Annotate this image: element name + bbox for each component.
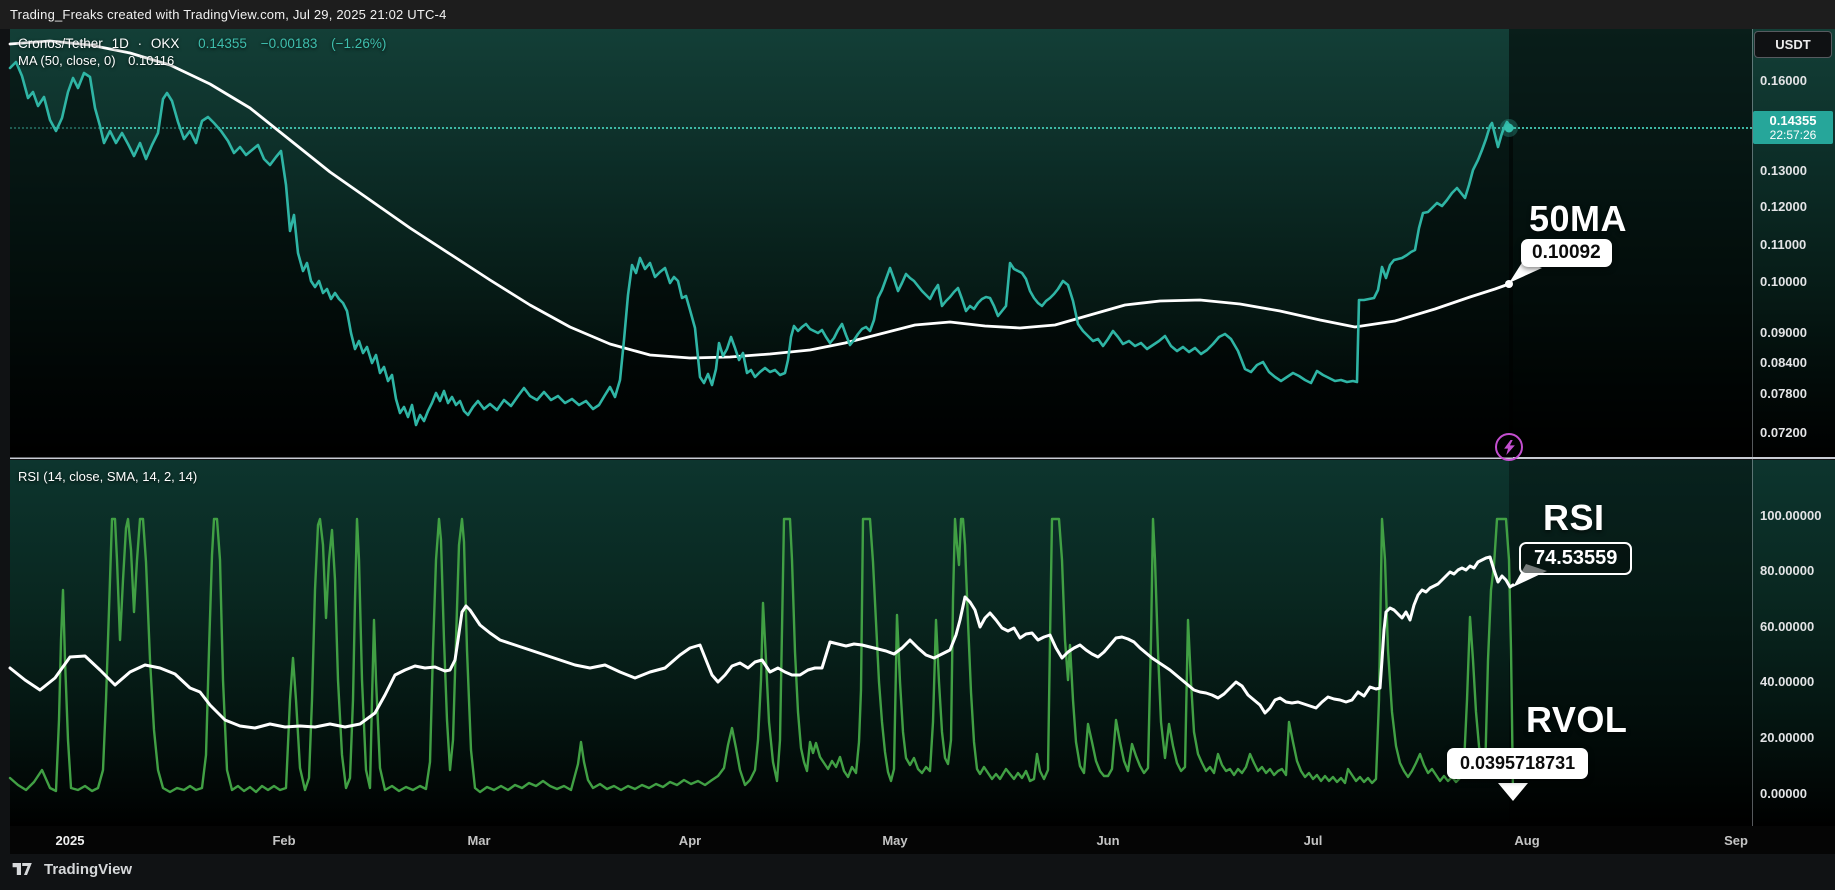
rsi-legend[interactable]: RSI (14, close, SMA, 14, 2, 14)	[18, 469, 197, 484]
symbol-legend[interactable]: Cronos/Tether 1D · OKX 0.14355 −0.00183 …	[18, 36, 386, 51]
currency-toggle-button[interactable]: USDT	[1754, 31, 1832, 58]
ma-legend[interactable]: MA (50, close, 0) 0.10116	[18, 53, 174, 68]
symbol-price: 0.14355	[198, 36, 247, 51]
panel-divider[interactable]	[10, 457, 1835, 459]
separator-dot: ·	[137, 36, 143, 51]
ma-annotation-text[interactable]: 50MA	[1529, 198, 1627, 240]
rsi-legend-label: RSI (14, close, SMA, 14, 2, 14)	[18, 469, 198, 484]
ma-value-callout[interactable]: 0.10092	[1521, 239, 1612, 267]
lightning-glyph	[1503, 439, 1515, 455]
footer-brand[interactable]: TradingView	[12, 860, 132, 878]
time-axis-label: Mar	[467, 833, 491, 848]
ma-legend-value: 0.10116	[128, 53, 175, 68]
time-axis-label: Apr	[678, 833, 702, 848]
rsi-annotation-text[interactable]: RSI	[1543, 497, 1605, 539]
price-scale-border	[1752, 29, 1753, 854]
time-axis-label: Aug	[1514, 833, 1540, 848]
time-axis-label: Jul	[1303, 833, 1323, 848]
time-axis-label: Sep	[1724, 833, 1748, 848]
rvol-annotation-text[interactable]: RVOL	[1526, 699, 1627, 741]
symbol-change-pct: (−1.26%)	[331, 36, 387, 51]
time-axis-label: May	[882, 833, 908, 848]
last-price-value: 0.14355	[1769, 113, 1817, 128]
tradingview-chart-snapshot: Trading_Freaks created with TradingView.…	[0, 0, 1835, 890]
bar-countdown: 22:57:26	[1769, 128, 1817, 142]
tradingview-brand-text: TradingView	[44, 860, 133, 878]
rvol-value-callout[interactable]: 0.0395718731	[1447, 748, 1589, 779]
boost-lightning-icon[interactable]	[1495, 433, 1523, 461]
symbol-change: −0.00183	[260, 36, 318, 51]
time-axis-label: Jun	[1096, 833, 1120, 848]
symbol-name: Cronos/Tether	[18, 36, 103, 51]
last-price-line	[10, 127, 1752, 129]
rsi-value-callout[interactable]: 74.53559	[1519, 542, 1633, 575]
symbol-exchange: OKX	[150, 36, 180, 51]
tradingview-logo-icon	[12, 863, 32, 875]
ma-legend-label: MA (50, close, 0)	[18, 53, 116, 68]
symbol-interval: 1D	[111, 36, 129, 51]
time-axis-label: 2025	[55, 833, 85, 848]
attribution-text: Trading_Freaks created with TradingView.…	[10, 7, 447, 22]
attribution-bar: Trading_Freaks created with TradingView.…	[0, 0, 1835, 29]
time-axis[interactable]: 2025 Feb Mar Apr May Jun Jul Aug Sep	[10, 826, 1835, 854]
time-axis-label: Feb	[272, 833, 296, 848]
last-price-axis-label: 0.14355 22:57:26	[1753, 111, 1833, 144]
